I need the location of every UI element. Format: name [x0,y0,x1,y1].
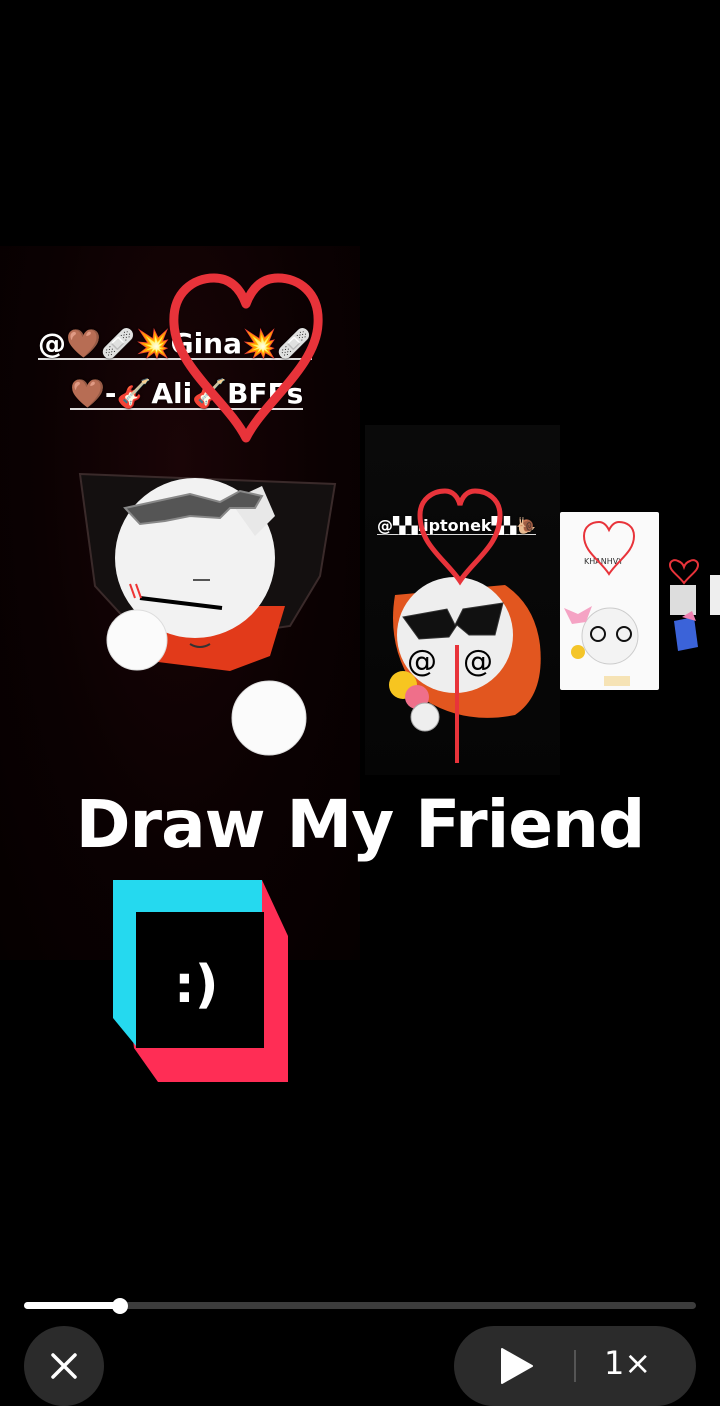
logo-face-text: :) [174,955,219,1015]
svg-text:@: @ [463,644,493,679]
progress-track[interactable] [24,1297,696,1314]
close-button[interactable] [24,1326,104,1406]
close-icon [51,1353,77,1379]
svg-text:@: @ [407,644,437,679]
playback-speed-button[interactable]: 1× [604,1344,651,1382]
playback-controls: 1× [454,1326,696,1406]
play-button[interactable] [496,1346,536,1386]
controls-divider [574,1350,576,1382]
small-character-drawing [564,520,639,686]
progress-fill [24,1302,121,1309]
play-icon [501,1348,533,1384]
heart-outline-icon [169,273,323,443]
edge-drawing-fragments [668,559,720,651]
friend-character-drawing: @ @ [389,488,541,763]
progress-thumb[interactable] [112,1297,129,1314]
video-frame[interactable]: @🤎🩹💥Gina💥🩹 🤎-🎸Ali🎸BFFs @▚▚liptonek▚▚🐌 @ … [0,0,720,1280]
video-title: Draw My Friend [75,786,646,863]
